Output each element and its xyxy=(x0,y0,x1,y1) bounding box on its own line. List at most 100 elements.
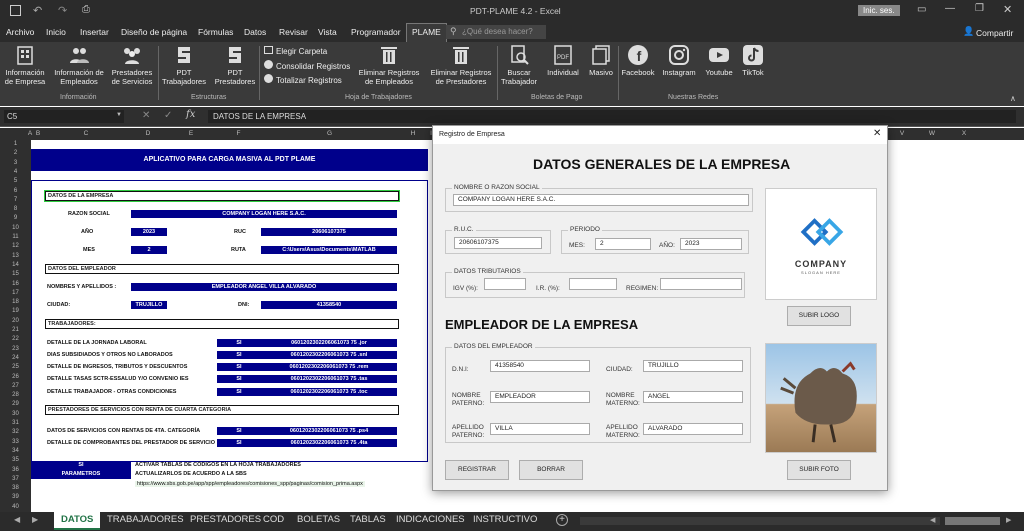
tab-next-icon[interactable]: ▶ xyxy=(32,515,38,524)
subir-foto-button[interactable]: SUBIR FOTO xyxy=(787,460,851,480)
dni-value[interactable]: 41358540 xyxy=(261,301,397,309)
row-header[interactable]: 22 xyxy=(0,335,31,344)
eliminar-prestadores-button[interactable]: Eliminar Registros de Prestadores xyxy=(427,44,495,86)
row-header[interactable]: 6 xyxy=(0,187,31,196)
subir-logo-button[interactable]: SUBIR LOGO xyxy=(787,306,851,326)
row-header[interactable]: 33 xyxy=(0,438,31,447)
column-header[interactable]: D xyxy=(130,130,166,137)
cancel-icon[interactable]: ✕ xyxy=(142,110,150,121)
registrar-button[interactable]: REGISTRAR xyxy=(445,460,509,480)
row-header[interactable]: 5 xyxy=(0,177,31,186)
row-header[interactable]: 37 xyxy=(0,475,31,484)
row-header[interactable]: 27 xyxy=(0,382,31,391)
horizontal-scrollbar[interactable] xyxy=(580,517,940,525)
row-header[interactable]: 31 xyxy=(0,419,31,428)
add-sheet-icon[interactable]: + xyxy=(556,514,568,526)
trab-row-flag[interactable]: SI xyxy=(217,351,261,359)
row-header[interactable]: 12 xyxy=(0,242,31,251)
footer-parametros[interactable]: PARAMETROS xyxy=(31,470,131,479)
apellido-paterno-input[interactable]: VILLA xyxy=(490,423,590,435)
row-header[interactable]: 16 xyxy=(0,280,31,289)
prest-row-flag[interactable]: SI xyxy=(217,427,261,435)
column-header[interactable]: F xyxy=(216,130,261,137)
trab-row-flag[interactable]: SI xyxy=(217,388,261,396)
row-header[interactable]: 1 xyxy=(0,140,31,149)
share-icon[interactable]: 👤 xyxy=(963,26,974,37)
redo-icon[interactable]: ↷ xyxy=(58,4,67,17)
footer-link[interactable]: https://www.sbs.gob.pe/app/spp/empleador… xyxy=(135,481,365,487)
search-box[interactable]: ⚲ ¿Qué desea hacer? xyxy=(446,25,546,39)
razon-value[interactable]: COMPANY LOGAN HERE S.A.C. xyxy=(131,210,397,218)
scroll-thumb[interactable] xyxy=(945,517,1000,525)
row-header[interactable]: 26 xyxy=(0,373,31,382)
row-header[interactable]: 3 xyxy=(0,159,31,168)
row-header[interactable]: 2 xyxy=(0,149,31,158)
row-header[interactable]: 17 xyxy=(0,289,31,298)
anio-value[interactable]: 2023 xyxy=(131,228,167,236)
consolidar-button[interactable]: Consolidar Registros xyxy=(264,60,350,71)
row-header[interactable]: 4 xyxy=(0,168,31,177)
row-header[interactable]: 8 xyxy=(0,205,31,214)
row-header[interactable]: 13 xyxy=(0,252,31,261)
razon-input[interactable]: COMPANY LOGAN HERE S.A.C. xyxy=(453,194,749,206)
column-header[interactable]: H xyxy=(398,130,428,137)
undo-icon[interactable]: ↶ xyxy=(33,4,42,17)
column-header[interactable]: V xyxy=(890,130,914,137)
save-icon[interactable] xyxy=(10,5,21,16)
tab-trabajadores[interactable]: TRABAJADORES xyxy=(107,514,184,525)
row-header[interactable]: 24 xyxy=(0,354,31,363)
menu-plame[interactable]: PLAME xyxy=(406,23,447,42)
menu-programador[interactable]: Programador xyxy=(351,27,401,37)
signin-button[interactable]: Inic. ses. xyxy=(858,5,900,16)
prest-row-flag[interactable]: SI xyxy=(217,439,261,447)
pdt-trabajadores-button[interactable]: PDT Trabajadores xyxy=(160,44,208,86)
buscar-trabajador-button[interactable]: Buscar Trabajador xyxy=(498,44,540,86)
mes-input[interactable]: 2 xyxy=(595,238,651,250)
facebook-button[interactable]: f Facebook xyxy=(619,44,657,77)
tab-indicaciones[interactable]: INDICACIONES xyxy=(396,514,465,525)
instagram-button[interactable]: Instagram xyxy=(660,44,698,77)
restore-icon[interactable]: ❐ xyxy=(975,3,984,14)
column-header[interactable]: B xyxy=(34,130,42,137)
row-header[interactable]: 30 xyxy=(0,410,31,419)
function-icon[interactable]: fx xyxy=(186,109,195,120)
column-header[interactable]: E xyxy=(166,130,216,137)
row-header[interactable]: 39 xyxy=(0,493,31,502)
informacion-empleados-button[interactable]: Información de Empleados xyxy=(54,44,104,86)
nombre-materno-input[interactable]: ANGEL xyxy=(643,391,743,403)
tab-prestadores[interactable]: PRESTADORES xyxy=(190,514,261,525)
tab-datos[interactable]: DATOS xyxy=(54,512,101,530)
menu-diseno[interactable]: Diseño de página xyxy=(121,27,187,37)
trab-row-flag[interactable]: SI xyxy=(217,363,261,371)
menu-insertar[interactable]: Insertar xyxy=(80,27,109,37)
formula-input[interactable]: DATOS DE LA EMPRESA xyxy=(208,110,1016,123)
ruta-value[interactable]: C:\Users\Asus\Documents\MATLAB xyxy=(261,246,397,254)
tab-boletas[interactable]: BOLETAS xyxy=(297,514,340,525)
menu-vista[interactable]: Vista xyxy=(318,27,337,37)
regimen-input[interactable] xyxy=(660,278,742,290)
row-header[interactable]: 25 xyxy=(0,363,31,372)
tab-cod[interactable]: COD xyxy=(263,514,284,525)
tab-instructivo[interactable]: INSTRUCTIVO xyxy=(473,514,537,525)
menu-inicio[interactable]: Inicio xyxy=(46,27,66,37)
ribbon-options-icon[interactable]: ▭ xyxy=(917,4,926,15)
footer-si[interactable]: SI xyxy=(31,461,131,470)
close-icon[interactable]: ✕ xyxy=(1003,3,1012,16)
row-header[interactable]: 38 xyxy=(0,484,31,493)
igv-input[interactable] xyxy=(484,278,526,290)
ciudad-input[interactable]: TRUJILLO xyxy=(643,360,743,372)
column-header[interactable]: W xyxy=(920,130,944,137)
ciudad-value[interactable]: TRUJILLO xyxy=(131,301,167,309)
row-header[interactable]: 32 xyxy=(0,428,31,437)
row-header[interactable]: 10 xyxy=(0,224,31,233)
anio-input[interactable]: 2023 xyxy=(680,238,742,250)
borrar-button[interactable]: BORRAR xyxy=(519,460,583,480)
menu-archivo[interactable]: Archivo xyxy=(6,27,34,37)
totalizar-button[interactable]: Totalizar Registros xyxy=(264,74,342,85)
name-box[interactable]: C5 xyxy=(4,110,124,123)
tiktok-button[interactable]: TikTok xyxy=(738,44,768,77)
print-preview-icon[interactable]: ⎙ xyxy=(82,4,90,15)
minimize-icon[interactable]: — xyxy=(945,3,955,14)
eliminar-empleados-button[interactable]: Eliminar Registros de Empleados xyxy=(355,44,423,86)
scroll-left-icon[interactable]: ◀ xyxy=(930,516,935,524)
